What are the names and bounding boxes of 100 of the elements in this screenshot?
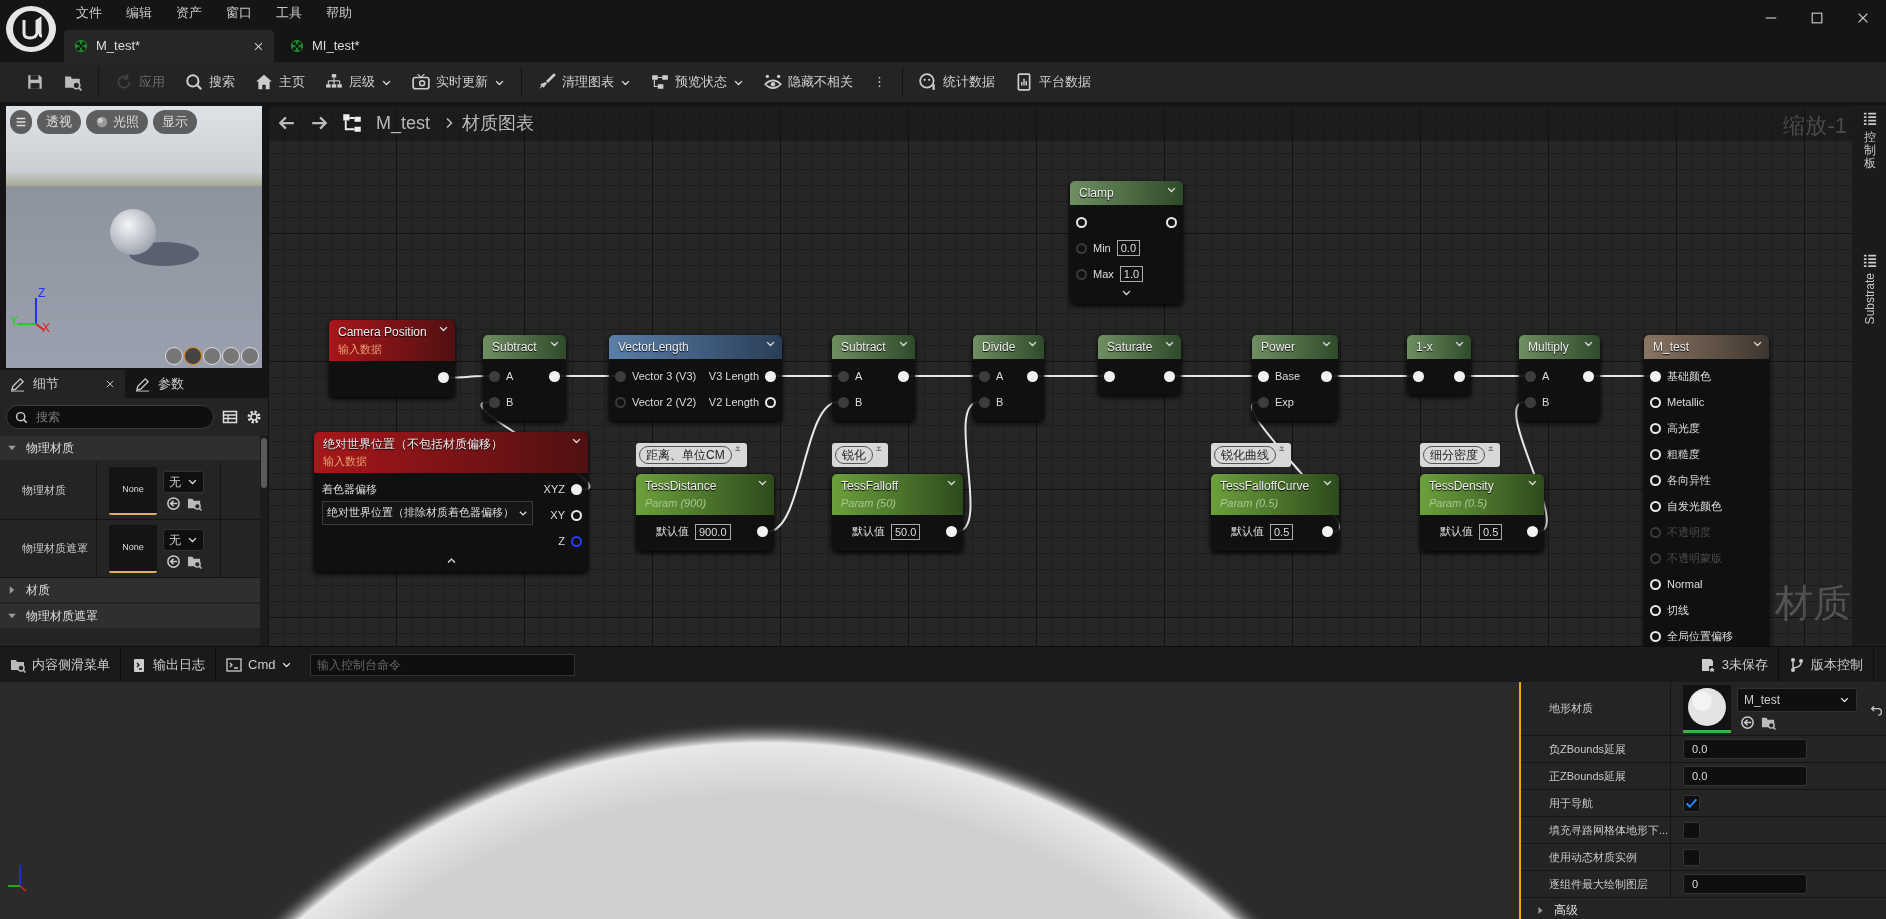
console-input[interactable]: 输入控制台命令	[310, 653, 576, 676]
graph-node[interactable]: Power Base Exp	[1252, 335, 1338, 421]
close-icon[interactable]	[253, 40, 264, 52]
section-header[interactable]: 高级	[1521, 898, 1886, 919]
arrow-circle-icon[interactable]	[166, 495, 181, 511]
graph-node[interactable]: Subtract A B	[832, 335, 915, 421]
checkbox[interactable]	[1683, 794, 1700, 812]
value-field[interactable]: 1.0	[1119, 266, 1144, 282]
status-button[interactable]: 版本控制	[1779, 647, 1874, 682]
editor-tab[interactable]: MI_test*	[280, 30, 490, 62]
menu-item[interactable]: 资产	[164, 3, 214, 23]
menu-item[interactable]: 文件	[64, 3, 114, 23]
graph-node[interactable]: Divide A B	[973, 335, 1044, 421]
toolbar-button[interactable]: 平台数据	[1007, 68, 1099, 96]
graph-node[interactable]: 1-x	[1407, 335, 1471, 395]
table-icon[interactable]	[222, 409, 238, 425]
preview-shape-button[interactable]	[184, 347, 202, 365]
console-mode-dropdown[interactable]: Cmd	[216, 647, 303, 682]
panel-tab[interactable]: 参数	[125, 370, 250, 398]
status-button[interactable]: 内容侧滑菜单	[0, 647, 121, 682]
graph-node[interactable]: Multiply A B	[1519, 335, 1600, 421]
section-header[interactable]: 物理材质	[0, 436, 260, 460]
toolbar-button[interactable]: 隐藏不相关	[756, 68, 861, 96]
toolbar-button[interactable]: 搜索	[177, 68, 243, 96]
section-header[interactable]: 物理材质遮罩	[0, 604, 260, 628]
pin-icon[interactable]	[1650, 370, 1661, 382]
toolbar-button[interactable]: 主页	[247, 68, 313, 96]
back-arrow-icon[interactable]	[278, 114, 296, 132]
value-field[interactable]: 0.5	[1270, 523, 1294, 540]
editor-tab[interactable]: M_test*	[64, 30, 274, 62]
pin-icon[interactable]	[757, 526, 768, 537]
pin-icon[interactable]	[549, 370, 560, 382]
pin-icon[interactable]	[438, 372, 449, 383]
checkbox[interactable]	[1683, 821, 1700, 839]
side-tab[interactable]: 控制板	[1863, 131, 1876, 171]
menu-item[interactable]: 编辑	[114, 3, 164, 23]
status-button[interactable]: 输出日志	[121, 647, 216, 682]
toolbar-button[interactable]: ⋮	[865, 68, 894, 96]
pin-icon[interactable]	[1527, 526, 1538, 537]
list-icon[interactable]	[1862, 111, 1877, 125]
list-icon[interactable]	[1862, 252, 1877, 267]
search-field[interactable]: 搜索	[6, 405, 214, 429]
pin-icon[interactable]	[1321, 370, 1332, 382]
menu-item[interactable]: 工具	[264, 3, 314, 23]
menu-button[interactable]	[10, 110, 32, 134]
status-button[interactable]: 3未保存	[1689, 647, 1779, 682]
viewport-button[interactable]: 光照	[86, 110, 148, 134]
shader-offset-dropdown[interactable]: 绝对世界位置（排除材质着色器偏移）	[322, 501, 533, 525]
search-input[interactable]: 搜索	[34, 407, 205, 427]
breadcrumb-item[interactable]: 材质图表	[462, 109, 535, 137]
toolbar-button[interactable]: 统计数据	[911, 68, 1003, 96]
value-field[interactable]: 0.0	[1116, 240, 1141, 256]
pin-icon[interactable]	[765, 370, 776, 382]
viewport-button[interactable]: 显示	[153, 110, 197, 134]
asset-dropdown[interactable]: M_test	[1737, 687, 1857, 712]
graph-node[interactable]: 绝对世界位置（不包括材质偏移） 输入数据 着色器偏移 绝对世界位置（排除材质着色器偏移） XYZ XY Z	[314, 432, 588, 572]
pin-icon[interactable]	[1454, 370, 1465, 382]
toolbar-button[interactable]: 清理图表	[530, 68, 639, 96]
scrollbar-thumb[interactable]	[261, 438, 267, 488]
graph-node[interactable]: VectorLength Vector 3 (V3) V3 Length Vector 2 (V2) V2 Length	[609, 335, 782, 421]
pin-icon[interactable]	[898, 370, 909, 382]
graph-node[interactable]: Saturate	[1098, 335, 1181, 395]
pin-icon[interactable]	[946, 526, 957, 537]
breadcrumb-item[interactable]: M_test	[376, 109, 431, 137]
graph-node[interactable]: TessDensity Param (0.5) 默认值 0.5	[1420, 474, 1544, 551]
toolbar-button[interactable]: 实时更新	[404, 68, 513, 96]
graph-node[interactable]: Camera Position 输入数据	[329, 320, 455, 397]
pin-icon[interactable]	[1258, 370, 1269, 382]
value-field[interactable]: 0.5	[1479, 523, 1503, 540]
asset-dropdown[interactable]: 无	[163, 528, 204, 551]
number-field[interactable]: 0.0	[1683, 739, 1807, 759]
pin-icon[interactable]	[1164, 370, 1175, 382]
graph-node[interactable]: Clamp Min 0.0 Max 1.0	[1070, 181, 1183, 304]
graph-node[interactable]: TessDistance Param (900) 默认值 900.0	[636, 474, 774, 551]
menu-item[interactable]: 帮助	[314, 3, 364, 23]
arrow-circle-icon[interactable]	[1740, 714, 1755, 730]
number-field[interactable]: 0.0	[1683, 766, 1807, 786]
value-field[interactable]: 50.0	[891, 523, 921, 540]
section-header[interactable]: 材质	[0, 578, 260, 602]
close-icon[interactable]	[105, 379, 115, 389]
toolbar-button[interactable]: 层级	[317, 68, 400, 96]
pin-icon[interactable]	[1413, 370, 1424, 382]
menu-item[interactable]: 窗口	[214, 3, 264, 23]
pin-icon[interactable]	[1583, 370, 1594, 382]
pin-icon[interactable]	[1104, 370, 1115, 382]
arrow-circle-icon[interactable]	[166, 553, 181, 569]
checkbox[interactable]	[1683, 848, 1700, 866]
toolbar-button[interactable]: 预览状态	[643, 68, 752, 96]
panel-tab[interactable]: 细节	[0, 370, 125, 398]
graph-node[interactable]: Subtract A B	[483, 335, 566, 421]
number-field[interactable]: 0	[1683, 874, 1807, 894]
graph-node[interactable]: TessFalloff Param (50) 默认值 50.0	[832, 474, 963, 551]
side-tab[interactable]: Substrate	[1860, 272, 1879, 324]
pin-icon[interactable]	[571, 484, 582, 495]
pin-icon[interactable]	[1027, 370, 1038, 382]
value-field[interactable]: 900.0	[695, 523, 731, 540]
graph-canvas[interactable]	[268, 105, 1853, 646]
settings-icon[interactable]	[246, 409, 262, 425]
graph-node[interactable]: TessFalloffCurve Param (0.5) 默认值 0.5	[1211, 474, 1339, 551]
pin-icon[interactable]	[1322, 526, 1333, 537]
